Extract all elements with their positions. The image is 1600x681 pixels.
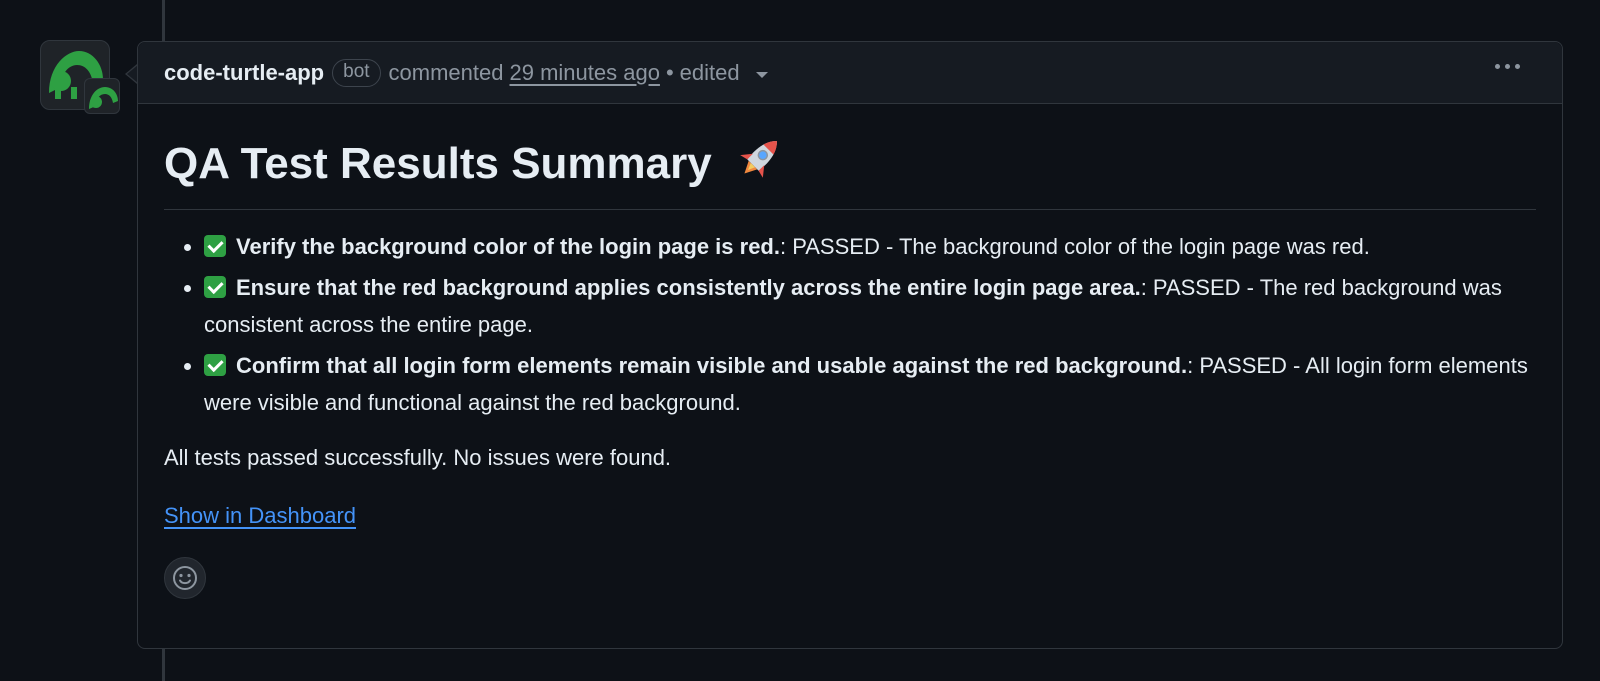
results-title: QA Test Results Summary (164, 132, 1536, 210)
test-name: Confirm that all login form elements rem… (236, 352, 1188, 378)
rocket-icon (734, 132, 786, 197)
edited-dropdown[interactable]: edited (674, 60, 768, 86)
kebab-menu-icon[interactable] (1495, 64, 1520, 69)
dashboard-link[interactable]: Show in Dashboard (164, 503, 356, 529)
list-item: Ensure that the red background applies c… (204, 269, 1536, 343)
edited-label: edited (679, 59, 740, 85)
comment-header: code-turtle-app bot commented 29 minutes… (138, 42, 1562, 104)
author-avatar[interactable] (40, 40, 120, 114)
list-item: Verify the background color of the login… (204, 228, 1536, 265)
smiley-icon (173, 565, 197, 590)
test-results-list: Verify the background color of the login… (164, 228, 1536, 421)
comment-card: code-turtle-app bot commented 29 minutes… (137, 41, 1563, 649)
check-mark-icon (204, 275, 226, 298)
title-text: QA Test Results Summary (164, 139, 712, 188)
list-item: Confirm that all login form elements rem… (204, 347, 1536, 421)
chevron-down-icon (755, 71, 768, 78)
check-mark-icon (204, 353, 226, 376)
timestamp-link[interactable]: 29 minutes ago (510, 60, 660, 86)
add-reaction-button[interactable] (164, 556, 206, 599)
turtle-badge-icon (84, 78, 120, 114)
check-mark-icon (204, 234, 226, 257)
summary-text: All tests passed successfully. No issues… (164, 444, 672, 470)
bot-badge: bot (332, 58, 381, 87)
comment-body: QA Test Results Summary Verif (138, 104, 1562, 599)
separator-dot: • (665, 59, 674, 85)
comment-action: commented (388, 59, 504, 85)
test-result: : PASSED - The background color of the l… (779, 233, 1370, 259)
test-name: Verify the background color of the login… (236, 233, 780, 259)
author-link[interactable]: code-turtle-app (164, 60, 324, 86)
test-name: Ensure that the red background applies c… (236, 274, 1141, 300)
